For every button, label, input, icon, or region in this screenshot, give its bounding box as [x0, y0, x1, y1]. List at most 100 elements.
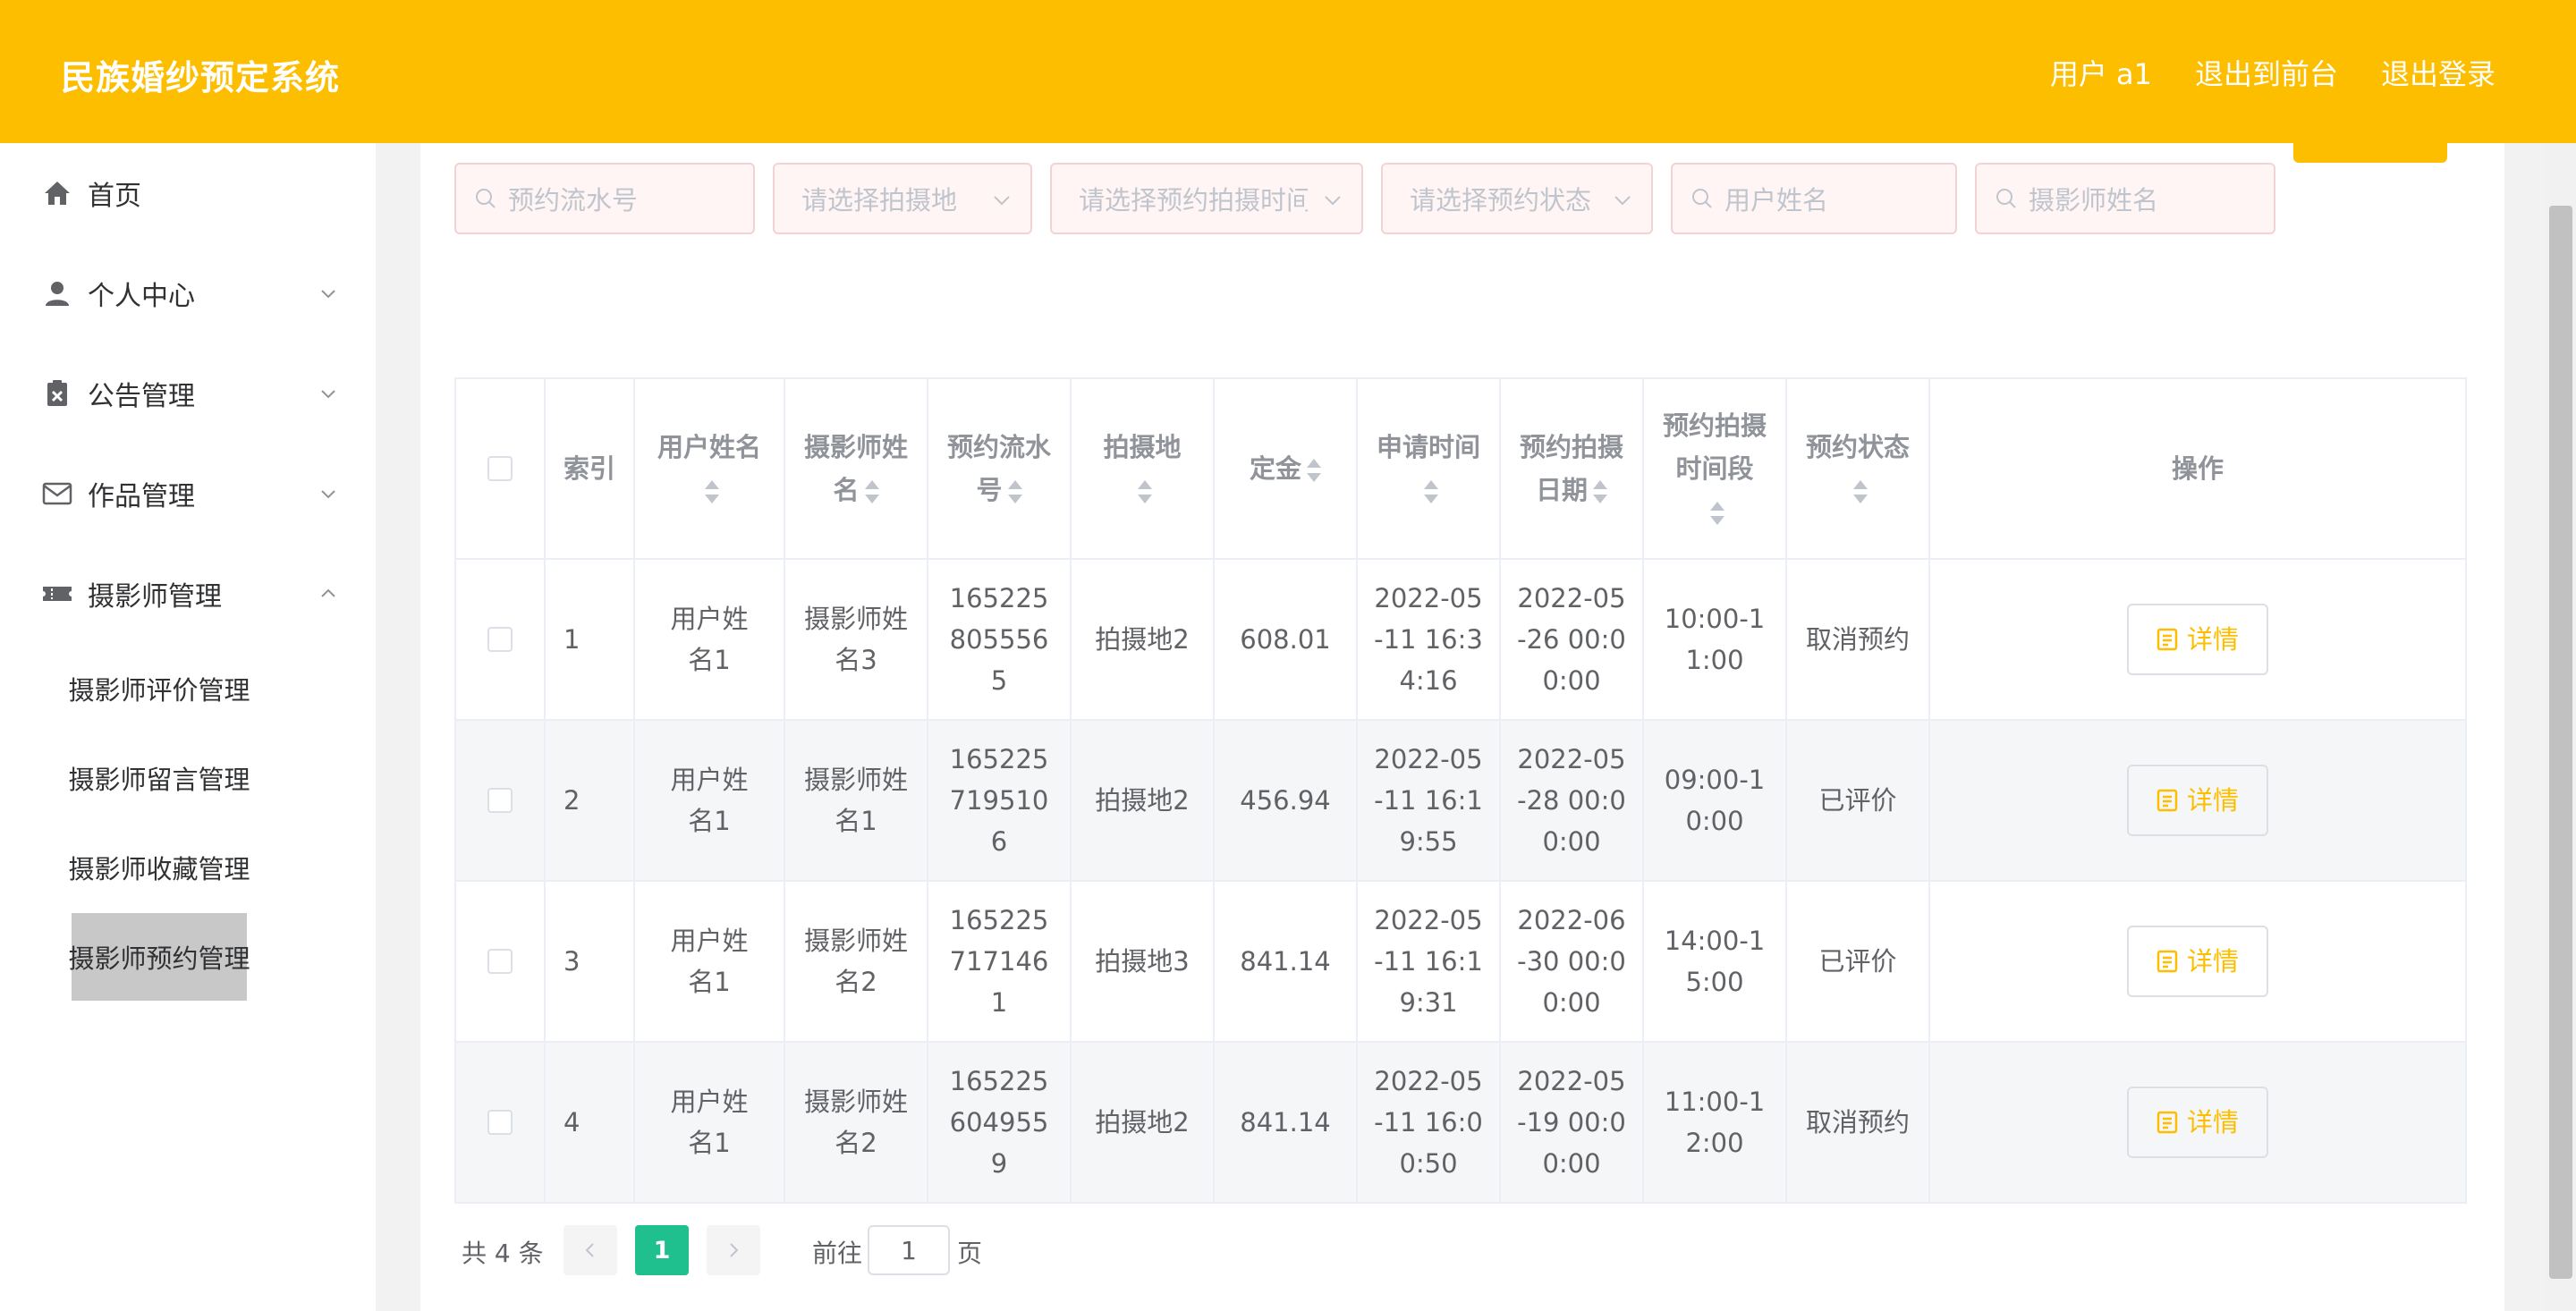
cell-username: 用户姓名1 [635, 721, 785, 880]
cell-serial: 1652257195106 [928, 721, 1072, 880]
sidebar-item-photographer-management[interactable]: 摄影师管理 [0, 544, 376, 644]
cell-username: 用户姓名1 [635, 1043, 785, 1202]
header-apply-time[interactable]: 申请时间 [1358, 379, 1501, 558]
header-status-label: 预约状态 [1805, 432, 1910, 462]
detail-button-label: 详情 [2186, 785, 2239, 816]
cell-status: 已评价 [1787, 882, 1930, 1041]
sort-icon[interactable] [704, 480, 719, 503]
row-checkbox[interactable] [487, 1110, 513, 1135]
header-time-slot[interactable]: 预约拍摄时间段 [1644, 379, 1787, 558]
sidebar-item-notice-management[interactable]: 公告管理 [0, 343, 376, 444]
header-links: 用户 a1 退出到前台 退出登录 [2050, 52, 2496, 93]
ticket-icon [41, 578, 73, 610]
cell-action: 详情 [1930, 1043, 2465, 1202]
chevron-down-icon [318, 384, 338, 403]
sort-icon[interactable] [1307, 459, 1321, 482]
serial-search-input[interactable]: 预约流水号 [454, 163, 755, 234]
photographer-search-input[interactable]: 摄影师姓名 [1975, 163, 2275, 234]
document-icon [2157, 628, 2178, 651]
prev-page-button[interactable] [564, 1225, 617, 1275]
cell-status: 取消预约 [1787, 560, 1930, 719]
sidebar-item-label: 个人中心 [88, 281, 195, 312]
sidebar-subitem-photographer-favorite[interactable]: 摄影师收藏管理 [69, 824, 250, 911]
document-icon [2157, 1111, 2178, 1134]
goto-page-input[interactable] [868, 1225, 950, 1275]
cell-status: 取消预约 [1787, 1043, 1930, 1202]
user-label[interactable]: 用户 a1 [2050, 52, 2152, 93]
search-icon [472, 185, 499, 212]
detail-button[interactable]: 详情 [2127, 926, 2268, 997]
detail-button-label: 详情 [2186, 1107, 2239, 1138]
row-select-cell [456, 560, 546, 719]
logout-link[interactable]: 退出登录 [2381, 52, 2496, 93]
sidebar-item-works-management[interactable]: 作品管理 [0, 444, 376, 544]
page-number-button[interactable]: 1 [635, 1225, 689, 1275]
cell-time-slot: 10:00-11:00 [1644, 560, 1787, 719]
cell-deposit: 456.94 [1215, 721, 1358, 880]
sidebar-subitem-label: 摄影师留言管理 [68, 765, 250, 795]
header-location[interactable]: 拍摄地 [1072, 379, 1215, 558]
sort-icon[interactable] [1710, 502, 1724, 525]
cell-shoot-date: 2022-06-30 00:00:00 [1501, 882, 1644, 1041]
cell-location: 拍摄地2 [1072, 560, 1215, 719]
cell-photographer: 摄影师姓名3 [785, 560, 928, 719]
sidebar-subitem-photographer-booking[interactable]: 摄影师预约管理 [69, 913, 250, 1001]
chevron-down-icon [1322, 190, 1343, 211]
header-deposit[interactable]: 定金 [1215, 379, 1358, 558]
sort-icon[interactable] [864, 480, 879, 503]
select-all-checkbox[interactable] [487, 456, 513, 481]
chevron-down-icon [991, 190, 1013, 211]
exit-to-front-link[interactable]: 退出到前台 [2195, 52, 2338, 93]
detail-button[interactable]: 详情 [2127, 1087, 2268, 1158]
header-shoot-date[interactable]: 预约拍摄日期 [1501, 379, 1644, 558]
chevron-down-icon [1612, 190, 1633, 211]
pagination-total: 共 4 条 [462, 1239, 544, 1268]
header-select-all [456, 379, 546, 558]
detail-button-label: 详情 [2186, 946, 2239, 977]
detail-button[interactable]: 详情 [2127, 604, 2268, 675]
header-photographer-label: 摄影师姓名 [803, 432, 908, 505]
header-serial-label: 预约流水号 [946, 432, 1051, 505]
header-serial[interactable]: 预约流水号 [928, 379, 1072, 558]
location-select[interactable]: 请选择拍摄地 [773, 163, 1032, 234]
time-slot-select[interactable]: 请选择预约拍摄时间段 [1050, 163, 1363, 234]
top-header: 民族婚纱预定系统 用户 a1 退出到前台 退出登录 [0, 0, 2576, 143]
header-time-slot-label: 预约拍摄时间段 [1662, 410, 1767, 484]
row-checkbox[interactable] [487, 627, 513, 652]
chevron-left-icon [585, 1243, 594, 1257]
app-title: 民族婚纱预定系统 [61, 58, 341, 97]
header-index-label: 索引 [563, 453, 615, 484]
header-photographer[interactable]: 摄影师姓名 [785, 379, 928, 558]
scrollbar-thumb[interactable] [2549, 206, 2572, 1279]
detail-button[interactable]: 详情 [2127, 765, 2268, 836]
user-icon [41, 277, 73, 309]
sidebar-subitem-photographer-review[interactable]: 摄影师评价管理 [69, 645, 250, 732]
next-page-button[interactable] [707, 1225, 760, 1275]
status-select-placeholder: 请选择预约状态 [1410, 185, 1592, 216]
header-shoot-date-label: 预约拍摄日期 [1519, 432, 1623, 505]
sort-icon[interactable] [1137, 480, 1152, 503]
row-select-cell [456, 1043, 546, 1202]
username-search-input[interactable]: 用户姓名 [1671, 163, 1957, 234]
row-checkbox[interactable] [487, 949, 513, 974]
header-status[interactable]: 预约状态 [1787, 379, 1930, 558]
add-button-partial[interactable] [2293, 143, 2447, 163]
header-username[interactable]: 用户姓名 [635, 379, 785, 558]
cell-username: 用户姓名1 [635, 882, 785, 1041]
sort-icon[interactable] [1852, 480, 1868, 503]
status-select[interactable]: 请选择预约状态 [1381, 163, 1653, 234]
cell-apply-time: 2022-05-11 16:19:31 [1358, 882, 1501, 1041]
sort-icon[interactable] [1423, 480, 1438, 503]
chevron-down-icon [318, 283, 338, 303]
row-checkbox[interactable] [487, 788, 513, 813]
sidebar-item-personal-center[interactable]: 个人中心 [0, 243, 376, 343]
table-row: 4 用户姓名1 摄影师姓名2 1652256049559 拍摄地2 841.14… [456, 1043, 2465, 1204]
username-search-placeholder: 用户姓名 [1724, 185, 1829, 216]
search-icon [1689, 185, 1716, 212]
cell-photographer: 摄影师姓名1 [785, 721, 928, 880]
sort-icon[interactable] [1593, 480, 1607, 503]
sort-icon[interactable] [1007, 480, 1022, 503]
sidebar-item-home[interactable]: 首页 [0, 143, 376, 243]
sidebar-subitem-photographer-message[interactable]: 摄影师留言管理 [68, 734, 250, 822]
cell-action: 详情 [1930, 721, 2465, 880]
